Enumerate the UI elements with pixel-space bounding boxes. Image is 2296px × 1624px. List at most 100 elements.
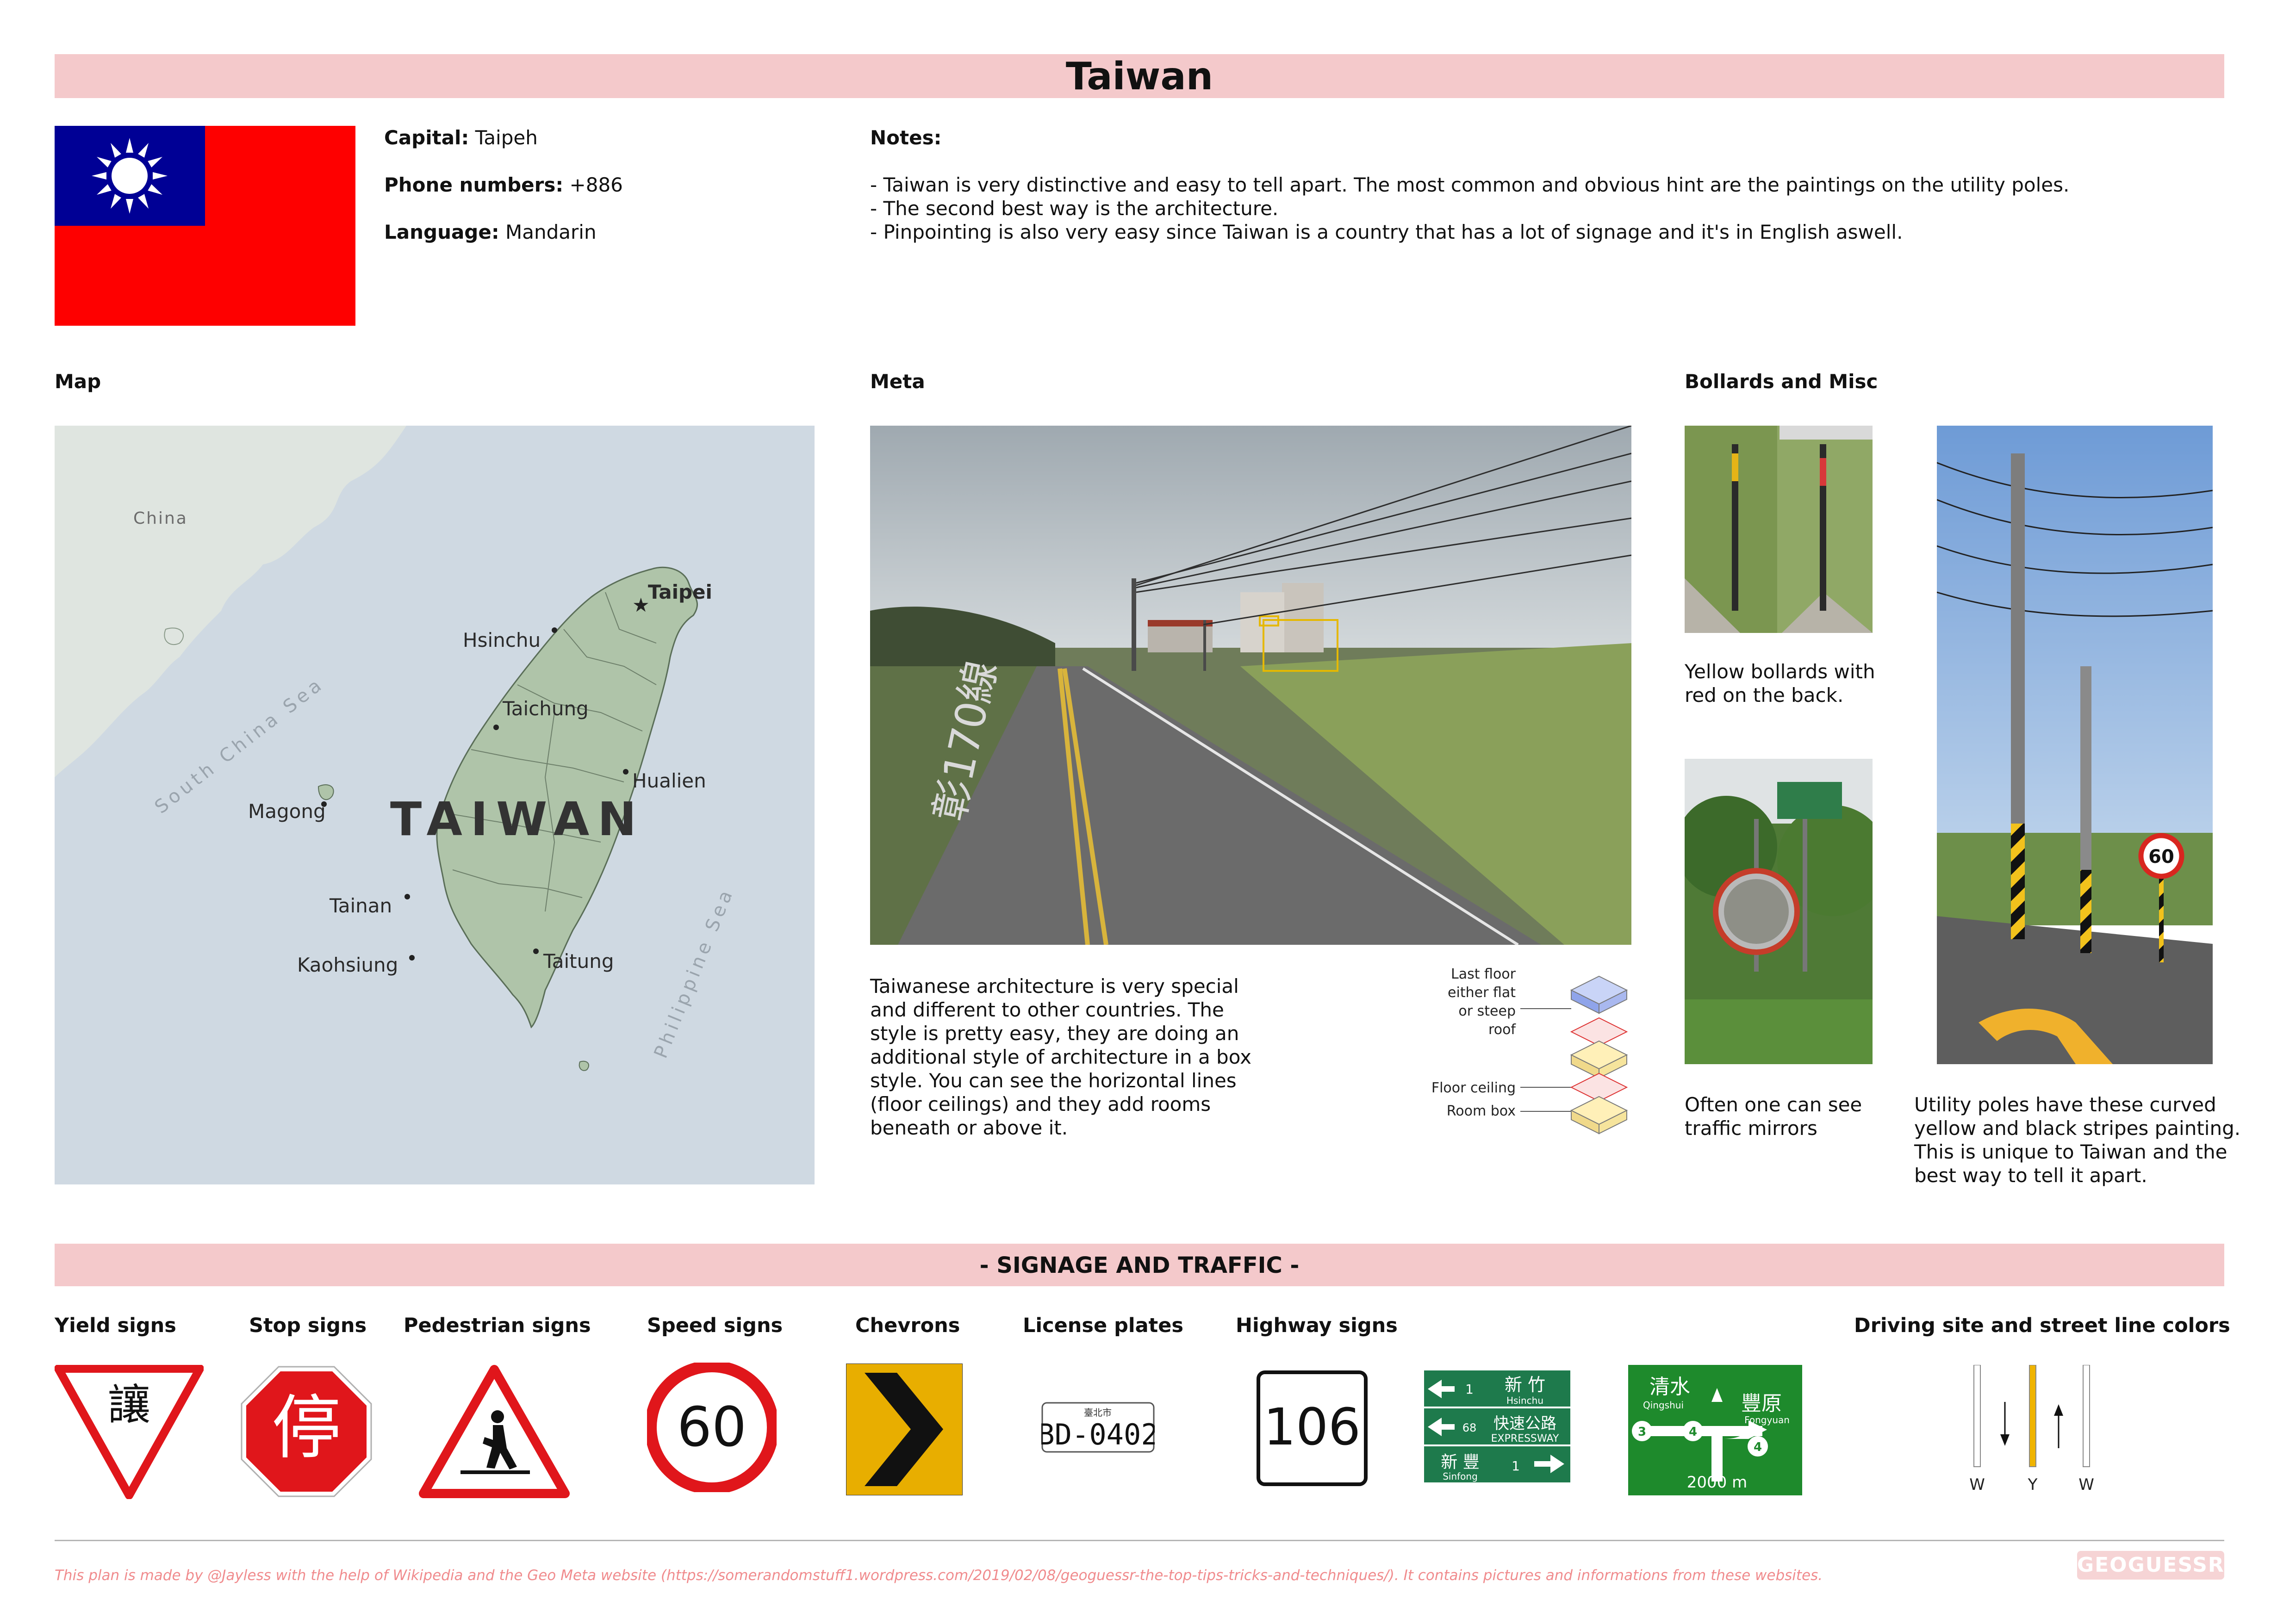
speed-sign: 60 [647,1363,777,1492]
language-label: Language: [384,221,499,243]
caption-line: yellow and black stripes painting. [1914,1117,2241,1140]
chevron-sign [846,1364,963,1495]
capital-row: Capital: Taipeh [384,126,538,149]
route-number: 4 [1754,1440,1762,1454]
highway-number-sign: 106 [1257,1370,1368,1486]
footer-divider [55,1540,2224,1541]
caption-line: best way to tell it apart. [1914,1164,2147,1187]
line-color-label: W [1969,1475,1985,1494]
city-label: Taipei [648,581,712,603]
line-color-label: Y [2028,1475,2038,1494]
page-title: Taiwan [55,54,2224,99]
line-color-label: W [2078,1475,2094,1494]
capital-value: Taipeh [475,126,538,149]
architecture-diagram: Last floor either flat or steep roof Flo… [1431,966,1628,1134]
mirror-caption: Often one can see traffic mirrors [1685,1093,1862,1140]
meta-line: Taiwanese architecture is very special [870,975,1239,998]
guide-dest: 快速公路 [1493,1414,1556,1433]
phone-value: +886 [569,174,623,196]
meta-line: additional style of architecture in a bo… [870,1046,1251,1068]
bollard-photo [1685,426,1873,633]
city-label: Kaohsiung [297,954,398,976]
guide-dest-en: Sinfong [1443,1471,1478,1482]
city-label: Taitung [543,950,614,973]
country-label: TAIWAN [390,792,645,846]
meta-line: and different to other countries. The [870,998,1224,1021]
highway-guide-sign: 1 新 竹 Hsinchu 68 快速公路 EXPRESSWAY 新 豐 Sin… [1423,1370,1585,1494]
meta-line: style. You can see the horizontal lines [870,1069,1237,1092]
highway-label: Highway signs [1236,1314,1398,1337]
guide-dest-en: Hsinchu [1506,1395,1543,1406]
city-label: Taichung [502,697,589,720]
language-row: Language: Mandarin [384,220,597,244]
speed-value: 60 [677,1395,747,1459]
caption-line: Utility poles have these curved [1914,1093,2216,1116]
city-label: Hsinchu [463,629,541,651]
meta-line: (floor ceilings) and they add rooms [870,1093,1211,1116]
driving-label: Driving site and street line colors [1854,1314,2230,1337]
guide-dest: 新 豐 [1441,1453,1479,1472]
note-line: - Pinpointing is also very easy since Ta… [870,221,1903,243]
speed-sign-value: 60 [2148,846,2174,868]
caption-line: This is unique to Taiwan and the [1914,1141,2228,1163]
caption-line: traffic mirrors [1685,1117,1817,1140]
language-value: Mandarin [505,221,597,243]
guide-dest: 新 竹 [1505,1375,1545,1395]
direction-sign: 清水 Qingshui 豐原 Fongyuan 2000 m 3 4 4 [1628,1365,1802,1495]
utility-pole-photo: 60 [1937,426,2213,1064]
route-shield: 68 [1462,1421,1477,1434]
bollards-heading: Bollards and Misc [1685,370,1878,393]
plate-region: 臺北市 [1084,1407,1112,1418]
note-line: - The second best way is the architectur… [870,197,1279,220]
capital-label: Capital: [384,126,469,149]
direction-dest: 豐原 [1741,1392,1782,1415]
signage-heading: - SIGNAGE AND TRAFFIC - [55,1244,2224,1286]
yield-sign: 讓 [55,1365,204,1499]
china-label: China [133,509,188,528]
route-shield: 1 [1465,1382,1474,1397]
white-line [2083,1365,2090,1467]
meta-street-photo: 彰170線 [870,426,1631,945]
phone-row: Phone numbers: +886 [384,173,623,197]
direction-distance: 2000 m [1687,1473,1747,1492]
street-line-colors: W Y W [1969,1365,2094,1494]
pole-caption: Utility poles have these curved yellow a… [1914,1093,2247,1187]
city-label: Hualien [632,769,706,792]
arrow-down-icon [2000,1434,2010,1446]
guide-dest-en: EXPRESSWAY [1491,1433,1559,1444]
caption-line: Often one can see [1685,1093,1862,1116]
note-line: - Taiwan is very distinctive and easy to… [870,174,2070,196]
direction-dest-en: Qingshui [1643,1400,1684,1411]
yellow-line [2029,1365,2036,1467]
caption-line: red on the back. [1685,684,1844,707]
notes-heading: Notes: [870,126,942,149]
meta-heading: Meta [870,370,925,393]
route-shield: 1 [1512,1458,1520,1474]
meta-line: beneath or above it. [870,1116,1068,1139]
meta-line: style is pretty easy, they are doing an [870,1022,1239,1045]
plate-number: BD-0402 [1041,1418,1155,1451]
stop-label: Stop signs [249,1314,367,1337]
diagram-label: either flat [1448,985,1516,1001]
notes-body: - Taiwan is very distinctive and easy to… [870,173,2212,244]
pedestrian-sign [419,1365,570,1498]
plates-label: License plates [1023,1314,1183,1337]
taiwan-flag [55,126,355,326]
yield-label: Yield signs [55,1314,176,1337]
taiwan-map: China South China Sea Philippine Sea TAI… [55,426,815,1184]
caption-line: Yellow bollards with [1685,660,1875,683]
chevrons-label: Chevrons [855,1314,960,1337]
bollard-caption: Yellow bollards with red on the back. [1685,660,1875,707]
phone-label: Phone numbers: [384,174,564,196]
speed-label: Speed signs [647,1314,783,1337]
map-heading: Map [55,370,101,393]
route-number: 3 [1638,1425,1646,1439]
svg-text:★: ★ [632,594,650,616]
traffic-mirror-photo [1685,759,1873,1064]
meta-description: Taiwanese architecture is very special a… [870,974,1287,1140]
diagram-label: Room box [1447,1103,1516,1119]
diagram-label: roof [1488,1022,1516,1038]
geoguessr-logo: GEOGUESSR [2077,1551,2224,1580]
arrow-up-icon [2054,1404,2063,1416]
stop-char: 停 [272,1388,341,1469]
